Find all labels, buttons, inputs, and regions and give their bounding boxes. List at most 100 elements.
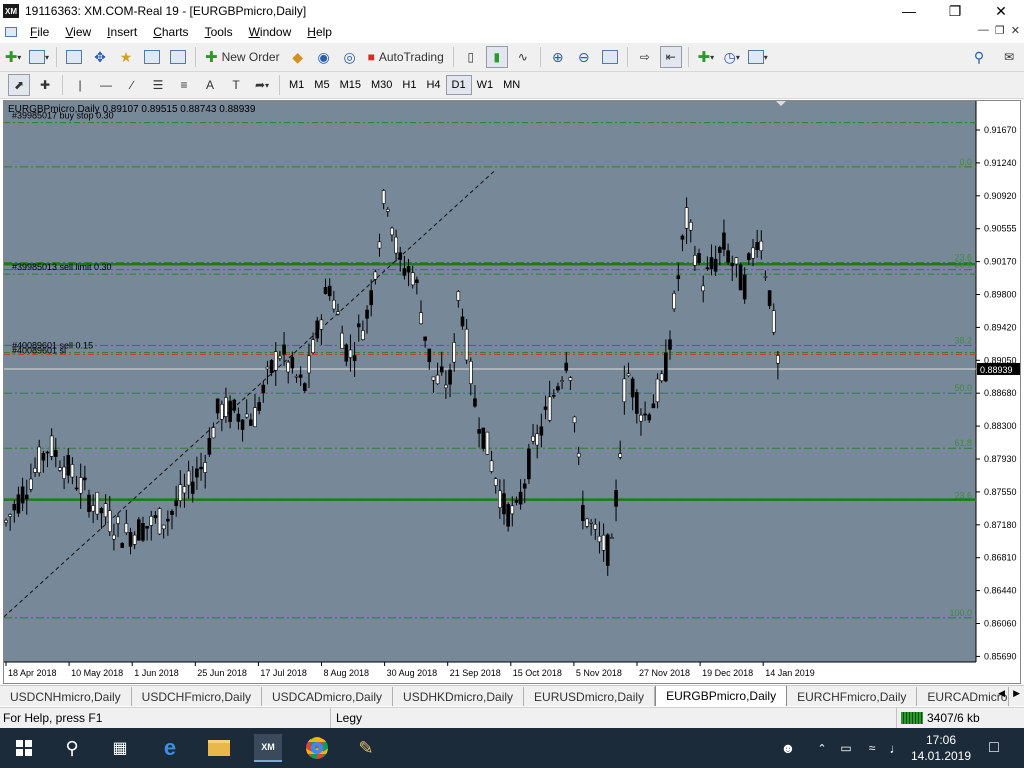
price-chart[interactable]: 0.023.623.638.250.061.823.6100.0#3998501…: [4, 101, 1020, 683]
candle-body: [767, 290, 772, 306]
tab-scroll-left-icon[interactable]: ◀: [998, 688, 1005, 699]
timeframe-m1[interactable]: M1: [284, 75, 309, 95]
timeframe-w1[interactable]: W1: [472, 75, 499, 95]
timeframe-h4[interactable]: H4: [421, 75, 445, 95]
candle-body: [166, 518, 170, 522]
menu-file[interactable]: File: [22, 25, 57, 39]
horizontal-line-icon[interactable]: —: [95, 74, 117, 96]
edge-browser-icon[interactable]: e: [156, 734, 184, 762]
candle-body: [286, 361, 291, 373]
tab-scroll-right-icon[interactable]: ▶: [1013, 688, 1020, 699]
candle-body: [132, 534, 137, 545]
candle-body: [178, 484, 183, 501]
close-button[interactable]: ✕: [978, 0, 1024, 22]
fibonacci-icon[interactable]: ≡: [173, 74, 195, 96]
cursor-icon[interactable]: ⬈: [8, 74, 30, 96]
symbol-tab[interactable]: EURCHFmicro,Daily: [787, 687, 918, 706]
search-icon[interactable]: ⚲: [968, 46, 990, 68]
candle-body: [269, 360, 274, 374]
chart-shift-icon[interactable]: ⇤: [659, 46, 682, 68]
maximize-button[interactable]: ❐: [932, 0, 978, 22]
symbol-tab[interactable]: USDCHFmicro,Daily: [132, 687, 263, 706]
symbol-tab[interactable]: USDCNHmicro,Daily: [0, 687, 132, 706]
candle-body: [410, 272, 415, 286]
price-tick-label: 0.88300: [984, 421, 1017, 431]
vertical-line-icon[interactable]: |: [69, 74, 91, 96]
new-order-button[interactable]: ✚ New Order: [202, 46, 283, 68]
line-chart-icon[interactable]: ∿: [512, 46, 534, 68]
menu-insert[interactable]: Insert: [99, 25, 145, 39]
mdi-restore-button[interactable]: ❐: [995, 24, 1005, 37]
candle-body: [381, 190, 386, 204]
people-icon[interactable]: ☻: [774, 734, 802, 762]
templates-button[interactable]: ▾: [747, 46, 769, 68]
timeframe-m15[interactable]: M15: [335, 75, 366, 95]
auto-scroll-icon[interactable]: ⇨: [634, 46, 656, 68]
title-bar: XM 19116363: XM.COM-Real 19 - [EURGBPmic…: [0, 0, 1024, 22]
navigator-icon[interactable]: ★: [115, 46, 137, 68]
volume-icon[interactable]: ♩: [882, 734, 910, 762]
autotrading-button[interactable]: ■ AutoTrading: [365, 46, 447, 68]
candle-body: [535, 433, 540, 446]
timeframe-h1[interactable]: H1: [397, 75, 421, 95]
chrome-browser-icon[interactable]: [303, 734, 331, 762]
timeframe-mn[interactable]: MN: [498, 75, 525, 95]
chart-window[interactable]: 0.0 23.6 23.6 38.2 50.0 61.8 23.6 100.0 #3998501…: [3, 100, 1021, 684]
candle-body: [419, 312, 423, 324]
menu-view[interactable]: View: [57, 25, 99, 39]
text-icon[interactable]: A: [199, 74, 221, 96]
text-label-icon[interactable]: T: [225, 74, 247, 96]
candle-body: [514, 499, 519, 503]
menu-tools[interactable]: Tools: [197, 25, 241, 39]
new-chart-button[interactable]: ✚ ▾: [2, 46, 24, 68]
terminal-icon[interactable]: [141, 46, 163, 68]
market-icon[interactable]: ◎: [339, 46, 361, 68]
symbol-tab[interactable]: EURUSDmicro,Daily: [524, 687, 656, 706]
chat-icon[interactable]: ✉: [998, 46, 1020, 68]
line-studies-toolbar: ⬈ ✚ | — ∕ ☰ ≡ A T ➦ ▾ M1 M5 M15 M30 H1 H4…: [0, 72, 1024, 99]
crosshair-icon[interactable]: ✚: [34, 74, 56, 96]
symbol-tab-active[interactable]: EURGBPmicro,Daily: [655, 686, 788, 706]
zoom-in-icon[interactable]: ⊕: [547, 46, 569, 68]
symbol-tab[interactable]: USDHKDmicro,Daily: [393, 687, 525, 706]
candle-body: [323, 286, 328, 294]
battery-icon[interactable]: ▭: [832, 734, 860, 762]
strategy-tester-icon[interactable]: [167, 46, 189, 68]
zoom-out-icon[interactable]: ⊖: [573, 46, 595, 68]
equidistant-channel-icon[interactable]: ☰: [147, 74, 169, 96]
metaeditor-icon[interactable]: ◆: [287, 46, 309, 68]
mdi-minimize-button[interactable]: —: [978, 24, 989, 37]
menu-window[interactable]: Window: [241, 25, 300, 39]
task-view-icon[interactable]: ▦: [106, 734, 134, 762]
trendline-icon[interactable]: ∕: [121, 74, 143, 96]
menu-charts[interactable]: Charts: [145, 25, 196, 39]
data-window-icon[interactable]: ✥: [89, 46, 111, 68]
paint-app-icon[interactable]: ✎: [352, 734, 380, 762]
timeframe-d1[interactable]: D1: [445, 75, 472, 95]
arrows-icon[interactable]: ➦ ▾: [251, 74, 273, 96]
bar-chart-icon[interactable]: ▯: [460, 46, 482, 68]
market-watch-icon[interactable]: [63, 46, 85, 68]
tile-windows-icon[interactable]: [599, 46, 621, 68]
order-label: #39985013 sell limit 0.30: [12, 262, 112, 272]
notifications-icon[interactable]: □: [980, 734, 1008, 762]
symbol-tab[interactable]: EURCADmicro,: [917, 687, 1010, 706]
chart-window-icon[interactable]: [0, 27, 22, 37]
timeframe-m5[interactable]: M5: [309, 75, 334, 95]
price-tick-label: 0.86060: [984, 619, 1017, 629]
symbol-tab[interactable]: USDCADmicro,Daily: [262, 687, 394, 706]
metatrader-taskbar-icon[interactable]: XM: [254, 734, 282, 762]
indicators-button[interactable]: ✚ ▾: [695, 46, 717, 68]
timeframe-m30[interactable]: M30: [366, 75, 397, 95]
menu-help[interactable]: Help: [299, 25, 340, 39]
windows-start-icon[interactable]: [10, 734, 38, 762]
candlestick-chart-icon[interactable]: ▮: [485, 46, 508, 68]
taskbar-clock[interactable]: 17:06 14.01.2019: [908, 732, 974, 764]
profiles-button[interactable]: ▾: [28, 46, 50, 68]
file-explorer-icon[interactable]: [205, 734, 233, 762]
minimize-button[interactable]: —: [886, 0, 932, 22]
search-icon[interactable]: ⚲: [58, 734, 86, 762]
mdi-close-button[interactable]: ✕: [1011, 24, 1020, 37]
signals-icon[interactable]: ◉: [313, 46, 335, 68]
periods-button[interactable]: ◷ ▾: [721, 46, 743, 68]
